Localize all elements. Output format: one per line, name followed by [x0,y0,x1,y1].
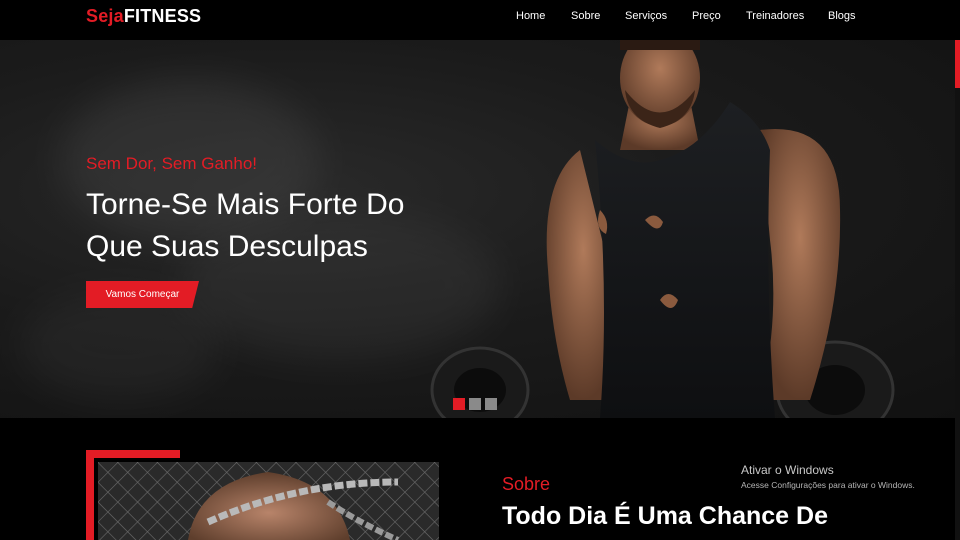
carousel-dot-2[interactable] [469,398,481,410]
carousel-dot-3[interactable] [485,398,497,410]
nav-sobre[interactable]: Sobre [571,10,600,22]
windows-watermark-subtitle: Acesse Configurações para ativar o Windo… [741,480,915,490]
carousel-indicators [453,398,497,410]
hero-title: Torne-Se Mais Forte Do Que Suas Desculpa… [86,188,405,263]
windows-activation-watermark: Ativar o Windows Acesse Configurações pa… [741,463,915,490]
hero-photo-man-with-barbell [430,40,895,418]
nav-servicos[interactable]: Serviços [625,10,667,22]
about-title: Todo Dia É Uma Chance De [502,502,828,530]
windows-watermark-title: Ativar o Windows [741,463,834,477]
page-scrollbar[interactable] [955,40,960,540]
carousel-dot-1[interactable] [453,398,465,410]
nav-treinadores[interactable]: Treinadores [746,10,804,22]
navbar: SejaFITNESS Home Sobre Serviços Preço Tr… [0,0,960,40]
nav-home[interactable]: Home [516,10,545,22]
hero-subtitle: Sem Dor, Sem Ganho! [86,154,258,173]
nav-blogs[interactable]: Blogs [828,10,856,22]
about-photo-man-with-chains [98,462,439,540]
nav-preco[interactable]: Preço [692,10,721,22]
hero-carousel: Sem Dor, Sem Ganho! Torne-Se Mais Forte … [0,40,960,418]
scrollbar-thumb[interactable] [955,40,960,88]
get-started-button[interactable]: Vamos Começar [86,281,199,308]
about-label: Sobre [502,474,551,494]
main-nav: Home Sobre Serviços Preço Treinadores Bl… [0,10,960,30]
